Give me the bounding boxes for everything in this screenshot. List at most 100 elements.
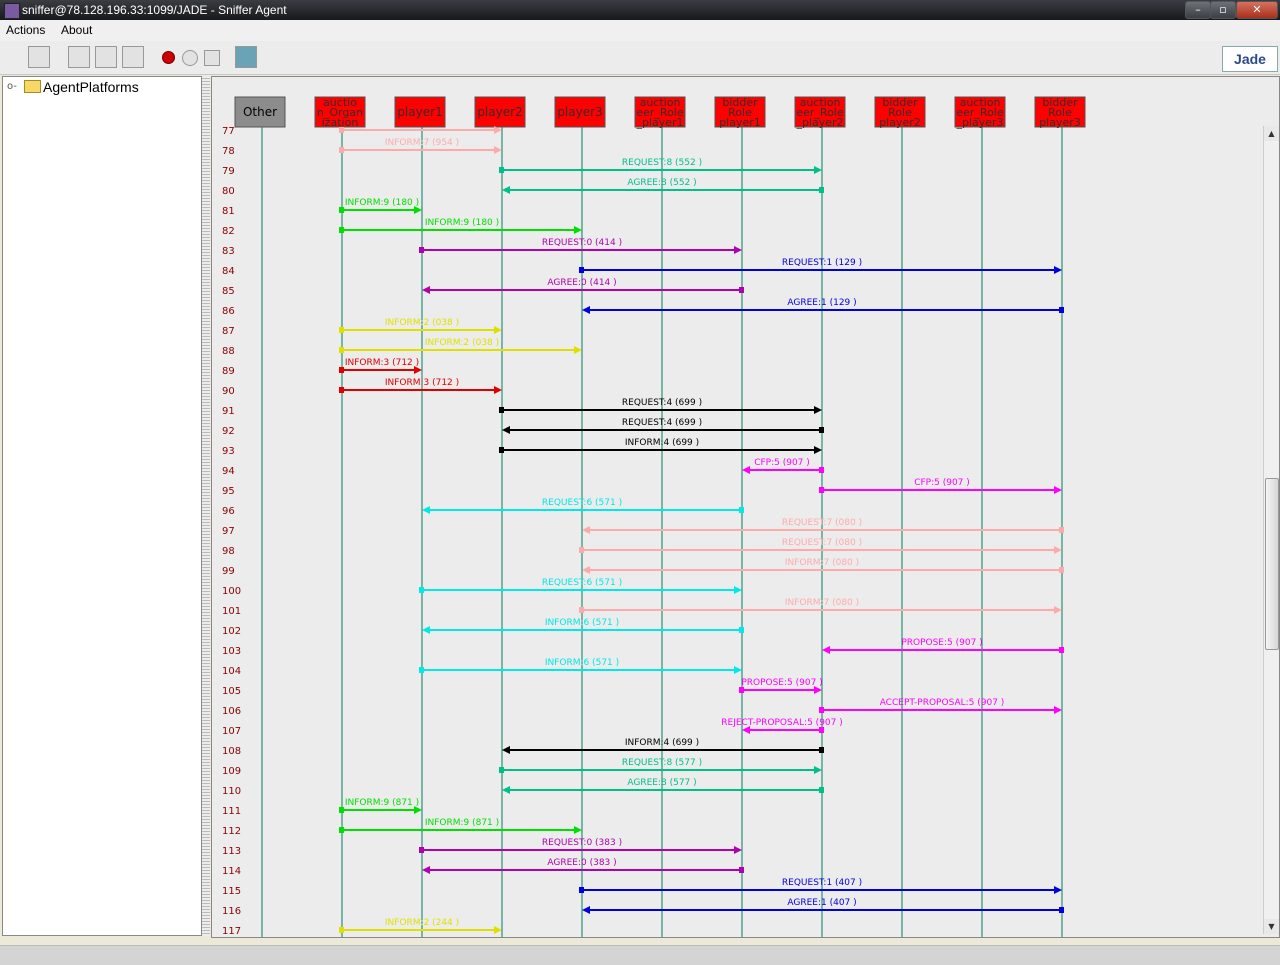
- agent-box[interactable]: auctioneer_Role_player1: [634, 96, 686, 129]
- message-label: INFORM:7 (954 ): [385, 138, 459, 148]
- message-label: AGREE:1 (129 ): [787, 298, 856, 308]
- agent-tree: o- AgentPlatforms: [2, 76, 202, 936]
- record-icon[interactable]: [162, 51, 175, 64]
- message-label: INFORM:2 (038 ): [385, 318, 459, 328]
- message-label: INFORM:9 (871 ): [425, 818, 499, 828]
- message-canvas: Other auctio n_Organ ization player1 player2 p…: [211, 76, 1280, 938]
- scroll-thumb[interactable]: [1265, 478, 1279, 650]
- message-origin-marker: [339, 127, 344, 133]
- row-number: 101: [222, 606, 241, 617]
- row-number: 100: [222, 586, 241, 597]
- message-label: AGREE:0 (383 ): [547, 858, 616, 868]
- agent-box[interactable]: auctioneer_Role_player3: [954, 96, 1006, 129]
- save-snapshot-icon[interactable]: [95, 46, 117, 68]
- arrowhead-icon: [422, 286, 430, 294]
- message-origin-marker: [739, 287, 744, 293]
- row-number: 110: [222, 786, 241, 797]
- message-origin-marker: [339, 367, 344, 373]
- message-origin-marker: [419, 667, 424, 673]
- agent-box[interactable]: player2: [474, 96, 526, 128]
- minimize-button[interactable]: –: [1185, 1, 1211, 19]
- clear-canvas-icon[interactable]: [28, 46, 50, 68]
- agent-box[interactable]: bidderRoleplayer1: [714, 96, 766, 129]
- message-label: AGREE:8 (552 ): [627, 178, 696, 188]
- message-origin-marker: [499, 767, 504, 773]
- row-number: 97: [222, 526, 235, 537]
- agent-box[interactable]: player1: [394, 96, 446, 128]
- split-pane-divider[interactable]: [202, 76, 210, 936]
- arrowhead-icon: [502, 746, 510, 754]
- row-number: 112: [222, 826, 241, 837]
- arrowhead-icon: [574, 826, 582, 834]
- save-icon[interactable]: [122, 46, 144, 68]
- row-number: 86: [222, 306, 235, 317]
- close-button[interactable]: ✕: [1236, 1, 1278, 19]
- message-origin-marker: [1059, 907, 1064, 913]
- message-label: INFORM:3 (712 ): [345, 358, 419, 368]
- arrowhead-icon: [742, 466, 750, 474]
- row-number: 83: [222, 246, 235, 257]
- scroll-up-icon[interactable]: ▲: [1264, 126, 1279, 141]
- message-label: REQUEST:8 (577 ): [622, 758, 702, 768]
- row-number: 91: [222, 406, 235, 417]
- arrowhead-icon: [574, 226, 582, 234]
- agent-box[interactable]: bidderRoleplayer2: [874, 96, 926, 129]
- filter-icon[interactable]: [204, 50, 220, 66]
- scroll-down-icon[interactable]: ▼: [1264, 919, 1279, 934]
- message-origin-marker: [739, 627, 744, 633]
- message-label: REQUEST:6 (571 ): [542, 578, 622, 588]
- row-number: 77: [222, 126, 235, 137]
- agent-box[interactable]: Other: [234, 96, 286, 128]
- message-origin-marker: [339, 927, 344, 933]
- arrowhead-icon: [494, 326, 502, 334]
- row-number: 94: [222, 466, 235, 477]
- message-origin-marker: [499, 167, 504, 173]
- exit-door-icon[interactable]: [235, 46, 257, 68]
- agent-label: _player1: [635, 116, 683, 129]
- menu-bar: Actions About: [0, 20, 1280, 41]
- row-number: 88: [222, 346, 235, 357]
- arrowhead-icon: [1054, 546, 1062, 554]
- arrowhead-icon: [502, 186, 510, 194]
- arrowhead-icon: [814, 166, 822, 174]
- row-number: 90: [222, 386, 235, 397]
- app-icon: [4, 3, 20, 19]
- message-label: INFORM:3 (712 ): [385, 378, 459, 388]
- message-origin-marker: [339, 387, 344, 393]
- menu-about[interactable]: About: [61, 23, 92, 37]
- row-number: 81: [222, 206, 235, 217]
- agent-box[interactable]: player3: [554, 96, 606, 128]
- sequence-diagram: Other auction_Organization player1 player2 p…: [222, 96, 1086, 937]
- agent-box[interactable]: auctioneer_Role_player2: [794, 96, 846, 129]
- message-label: INFORM:6 (571 ): [545, 618, 619, 628]
- message-label: INFORM:6 (571 ): [545, 658, 619, 668]
- message-origin-marker: [1059, 567, 1064, 573]
- agent-box[interactable]: bidderRoleplayer3: [1034, 96, 1086, 129]
- arrowhead-icon: [814, 766, 822, 774]
- sniff-icon[interactable]: [182, 50, 198, 66]
- tree-node-agentplatforms[interactable]: AgentPlatforms: [43, 79, 139, 95]
- maximize-button[interactable]: ▫: [1210, 1, 1236, 19]
- arrowhead-icon: [422, 506, 430, 514]
- row-number: 109: [222, 766, 241, 777]
- message-label: CFP:5 (907 ): [914, 478, 970, 488]
- message-origin-marker: [1059, 527, 1064, 533]
- agent-box[interactable]: auction_Organization: [314, 96, 366, 129]
- message-label: REQUEST:6 (571 ): [542, 498, 622, 508]
- message-label: AGREE:0 (414 ): [547, 278, 616, 288]
- arrowhead-icon: [734, 846, 742, 854]
- row-number: 89: [222, 366, 235, 377]
- row-number: 116: [222, 906, 241, 917]
- message-label: ACCEPT-PROPOSAL:5 (907 ): [880, 698, 1005, 708]
- menu-actions[interactable]: Actions: [6, 23, 45, 37]
- tree-expand-icon[interactable]: o-: [7, 81, 17, 92]
- arrowhead-icon: [582, 906, 590, 914]
- row-number: 107: [222, 726, 241, 737]
- message-label: REQUEST:7 (080 ): [782, 538, 862, 548]
- arrowhead-icon: [1054, 706, 1062, 714]
- message-label: INFORM:7 (080 ): [785, 558, 859, 568]
- vertical-scrollbar[interactable]: ▲ ▼: [1263, 126, 1279, 934]
- row-number: 111: [222, 806, 241, 817]
- open-file-icon[interactable]: [68, 46, 90, 68]
- row-number: 93: [222, 446, 235, 457]
